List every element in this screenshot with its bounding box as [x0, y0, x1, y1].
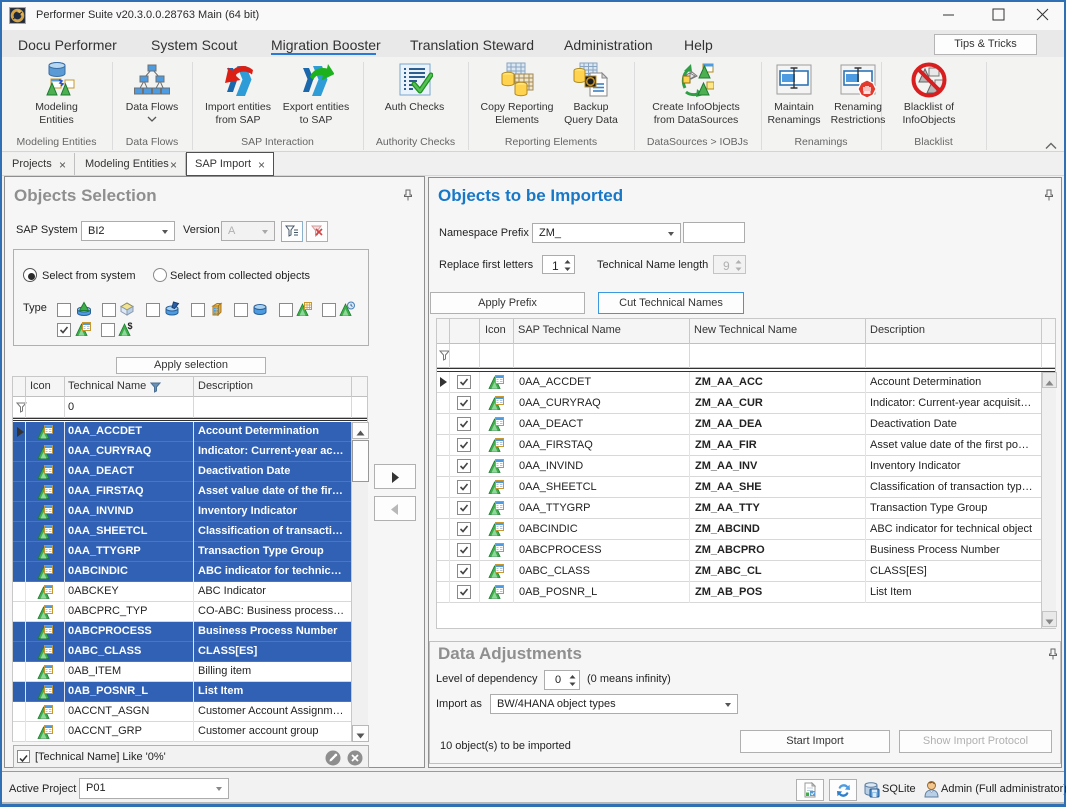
svg-text:$: $ [128, 321, 133, 331]
